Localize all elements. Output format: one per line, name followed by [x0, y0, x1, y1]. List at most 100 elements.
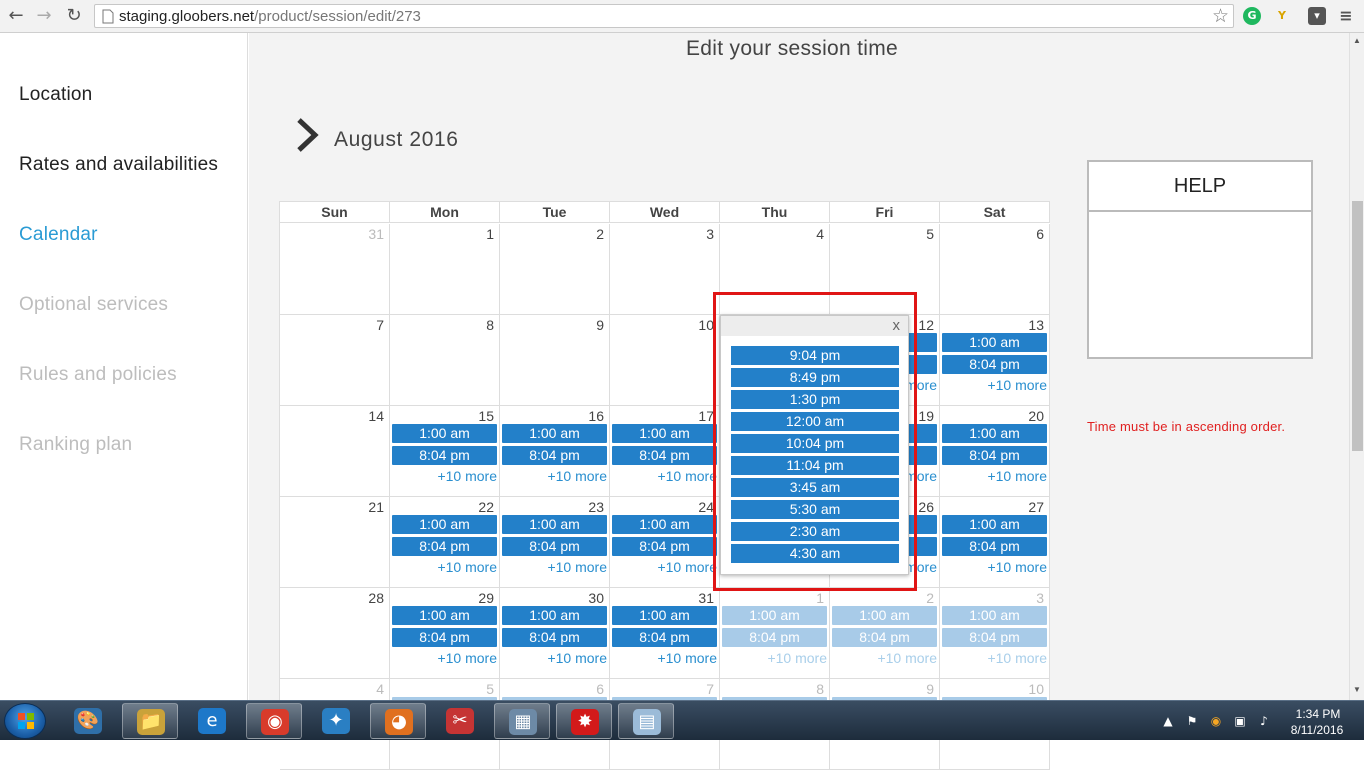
session-event[interactable]: 8:04 pm — [502, 628, 607, 647]
taskbar-app-button[interactable]: ▦ — [494, 703, 550, 739]
scroll-down-icon[interactable]: ▼ — [1353, 685, 1361, 694]
session-event[interactable]: 1:00 am — [392, 424, 497, 443]
calendar-day-cell[interactable]: 8 — [390, 315, 500, 406]
calendar-day-cell[interactable]: 6 — [940, 224, 1050, 315]
pocket-icon[interactable]: ▾ — [1308, 7, 1326, 25]
calendar-day-cell[interactable]: 7 — [280, 315, 390, 406]
clock-date[interactable]: 8/11/2016 — [1284, 723, 1350, 737]
popup-session-event[interactable]: 12:00 am — [731, 412, 899, 431]
session-event[interactable]: 8:04 pm — [392, 537, 497, 556]
popup-session-event[interactable]: 8:49 pm — [731, 368, 899, 387]
action-center-flag-icon[interactable]: ⚑ — [1184, 713, 1200, 729]
more-events-link[interactable]: +10 more — [547, 468, 607, 484]
session-event[interactable]: 8:04 pm — [502, 537, 607, 556]
session-event[interactable]: 8:04 pm — [502, 446, 607, 465]
session-event[interactable]: 1:00 am — [502, 515, 607, 534]
start-button[interactable] — [4, 703, 46, 739]
update-icon[interactable]: ◉ — [1208, 713, 1224, 729]
grammarly-icon[interactable]: G — [1243, 7, 1261, 25]
sidebar-item-rates[interactable]: Rates and availabilities — [19, 154, 218, 176]
session-event[interactable]: 8:04 pm — [942, 355, 1047, 374]
taskbar-app-button[interactable]: ✂ — [432, 703, 488, 739]
session-event[interactable]: 1:00 am — [722, 606, 827, 625]
calendar-day-cell[interactable]: 2 1:00 am 8:04 pm +10 more — [830, 588, 940, 679]
calendar-day-cell[interactable]: 24 1:00 am 8:04 pm +10 more — [610, 497, 720, 588]
session-event[interactable]: 8:04 pm — [392, 628, 497, 647]
popup-session-event[interactable]: 1:30 pm — [731, 390, 899, 409]
more-events-link[interactable]: +10 more — [767, 650, 827, 666]
address-bar[interactable]: staging.gloobers.net/product/session/edi… — [94, 4, 1234, 28]
arrow-left-icon[interactable]: ← — [5, 5, 27, 27]
session-event[interactable]: 8:04 pm — [832, 628, 937, 647]
more-events-link[interactable]: +10 more — [987, 377, 1047, 393]
taskbar-app-button[interactable]: 📁 — [122, 703, 178, 739]
more-events-link[interactable]: +10 more — [987, 468, 1047, 484]
reload-icon[interactable]: ↻ — [63, 5, 85, 27]
calendar-day-cell[interactable]: 30 1:00 am 8:04 pm +10 more — [500, 588, 610, 679]
session-event[interactable]: 1:00 am — [392, 606, 497, 625]
session-event[interactable]: 1:00 am — [832, 606, 937, 625]
popup-session-event[interactable]: 11:04 pm — [731, 456, 899, 475]
session-event[interactable]: 1:00 am — [942, 606, 1047, 625]
calendar-day-cell[interactable]: 31 1:00 am 8:04 pm +10 more — [610, 588, 720, 679]
calendar-day-cell[interactable]: 15 1:00 am 8:04 pm +10 more — [390, 406, 500, 497]
close-icon[interactable]: x — [893, 317, 901, 334]
calendar-day-cell[interactable]: 1 — [390, 224, 500, 315]
calendar-day-cell[interactable]: 14 — [280, 406, 390, 497]
calendar-day-cell[interactable]: 20 1:00 am 8:04 pm +10 more — [940, 406, 1050, 497]
more-events-link[interactable]: +10 more — [437, 650, 497, 666]
session-event[interactable]: 8:04 pm — [612, 537, 717, 556]
more-events-link[interactable]: +10 more — [437, 559, 497, 575]
hamburger-menu-icon[interactable]: ≡ — [1337, 7, 1355, 25]
more-events-link[interactable]: +10 more — [547, 559, 607, 575]
popup-session-event[interactable]: 9:04 pm — [731, 346, 899, 365]
popup-session-event[interactable]: 10:04 pm — [731, 434, 899, 453]
yoast-icon[interactable]: Y — [1273, 7, 1291, 25]
taskbar-app-button[interactable]: ✸ — [556, 703, 612, 739]
session-event[interactable]: 8:04 pm — [612, 446, 717, 465]
taskbar-app-button[interactable]: ◉ — [246, 703, 302, 739]
session-event[interactable]: 1:00 am — [612, 424, 717, 443]
session-event[interactable]: 1:00 am — [942, 515, 1047, 534]
calendar-day-cell[interactable]: 31 — [280, 224, 390, 315]
calendar-day-cell[interactable]: 17 1:00 am 8:04 pm +10 more — [610, 406, 720, 497]
taskbar-app-button[interactable]: ◕ — [370, 703, 426, 739]
more-events-link[interactable]: +10 more — [657, 468, 717, 484]
session-event[interactable]: 1:00 am — [612, 606, 717, 625]
scroll-thumb[interactable] — [1352, 201, 1363, 451]
more-events-link[interactable]: +10 more — [437, 468, 497, 484]
session-event[interactable]: 1:00 am — [942, 424, 1047, 443]
calendar-day-cell[interactable]: 10 — [610, 315, 720, 406]
calendar-day-cell[interactable]: 9 — [500, 315, 610, 406]
chevron-right-icon[interactable] — [295, 117, 321, 153]
calendar-day-cell[interactable]: 13 1:00 am 8:04 pm +10 more — [940, 315, 1050, 406]
session-event[interactable]: 1:00 am — [392, 515, 497, 534]
sidebar-item-location[interactable]: Location — [19, 84, 92, 106]
sidebar-item-calendar[interactable]: Calendar — [19, 224, 98, 246]
scroll-up-icon[interactable]: ▲ — [1353, 36, 1361, 45]
calendar-day-cell[interactable]: 3 1:00 am 8:04 pm +10 more — [940, 588, 1050, 679]
clock-time[interactable]: 1:34 PM — [1288, 707, 1348, 721]
more-events-link[interactable]: +10 more — [547, 650, 607, 666]
calendar-day-cell[interactable]: 3 — [610, 224, 720, 315]
calendar-day-cell[interactable]: 2 — [500, 224, 610, 315]
more-events-link[interactable]: +10 more — [657, 650, 717, 666]
more-events-link[interactable]: +10 more — [987, 650, 1047, 666]
star-icon[interactable]: ☆ — [1212, 5, 1229, 27]
popup-session-event[interactable]: 3:45 am — [731, 478, 899, 497]
popup-session-event[interactable]: 2:30 am — [731, 522, 899, 541]
session-event[interactable]: 8:04 pm — [612, 628, 717, 647]
taskbar-app-button[interactable]: ✦ — [308, 703, 364, 739]
calendar-day-cell[interactable]: 23 1:00 am 8:04 pm +10 more — [500, 497, 610, 588]
taskbar-app-button[interactable]: e — [184, 703, 240, 739]
session-event[interactable]: 8:04 pm — [392, 446, 497, 465]
session-event[interactable]: 8:04 pm — [942, 537, 1047, 556]
taskbar-app-button[interactable]: 🎨 — [60, 703, 116, 739]
taskbar-app-button[interactable]: ▤ — [618, 703, 674, 739]
session-event[interactable]: 1:00 am — [942, 333, 1047, 352]
session-event[interactable]: 1:00 am — [502, 606, 607, 625]
calendar-day-cell[interactable]: 1 1:00 am 8:04 pm +10 more — [720, 588, 830, 679]
session-event[interactable]: 8:04 pm — [942, 628, 1047, 647]
volume-icon[interactable]: ♪ — [1256, 713, 1272, 729]
calendar-day-cell[interactable]: 28 — [280, 588, 390, 679]
